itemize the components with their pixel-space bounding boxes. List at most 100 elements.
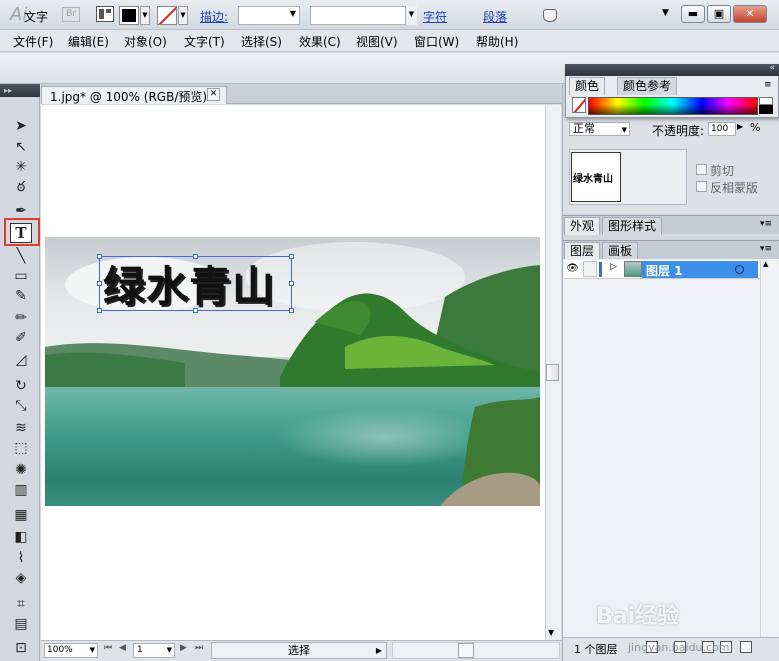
horizontal-scrollbar[interactable] — [392, 642, 560, 659]
magic-wand-tool[interactable]: ✳ — [9, 157, 33, 177]
opacity-mask-icon[interactable] — [543, 9, 557, 22]
menu-edit[interactable]: 编辑(E) — [68, 33, 109, 50]
font-family-dropdown[interactable]: ▼ — [405, 6, 417, 25]
artboard-tool[interactable]: ⌗ — [9, 594, 33, 614]
eraser-tool[interactable]: ◿ — [9, 350, 33, 370]
arrange-documents-icon[interactable] — [96, 6, 114, 22]
delete-layer-icon[interactable] — [740, 641, 752, 653]
close-window-button[interactable]: ✕ — [733, 5, 767, 23]
tab-color-guide[interactable]: 颜色参考 — [617, 77, 678, 95]
eyedropper-tool[interactable]: ⌇ — [9, 548, 33, 568]
fill-color-swatch[interactable] — [119, 6, 139, 25]
resize-handle[interactable] — [193, 254, 198, 259]
resize-handle[interactable] — [289, 254, 294, 259]
rectangle-tool[interactable]: ▭ — [9, 266, 33, 286]
line-tool[interactable]: ╲ — [9, 246, 33, 266]
resize-handle[interactable] — [97, 308, 102, 313]
tab-graphic-styles[interactable]: 图形样式 — [602, 217, 663, 235]
resize-handle[interactable] — [289, 308, 294, 313]
layers-scrollbar[interactable] — [760, 260, 777, 637]
paintbrush-tool[interactable]: ✎ — [9, 286, 33, 306]
menu-effect[interactable]: 效果(C) — [299, 33, 341, 50]
zoom-level-field[interactable]: 100% — [44, 643, 98, 658]
hand-tool[interactable]: ⊡ — [9, 638, 33, 658]
opacity-slider-arrow-icon[interactable]: ▶ — [737, 122, 743, 131]
restore-button[interactable]: ▣ — [707, 5, 731, 23]
opacity-field[interactable]: 100 — [708, 122, 736, 136]
resize-handle[interactable] — [193, 308, 198, 313]
minimize-button[interactable]: ▬ — [681, 5, 705, 23]
menu-window[interactable]: 窗口(W) — [414, 33, 459, 50]
mesh-tool[interactable]: ▦ — [9, 505, 33, 525]
direct-selection-tool[interactable]: ↖ — [9, 137, 33, 157]
horizontal-scroll-thumb[interactable] — [458, 643, 474, 658]
clip-checkbox[interactable] — [696, 164, 707, 175]
tab-artboards[interactable]: 画板 — [602, 242, 639, 260]
menu-help[interactable]: 帮助(H) — [476, 33, 518, 50]
text-bounding-box[interactable] — [99, 256, 292, 311]
tools-panel-grip[interactable]: ▸▸ — [0, 84, 40, 97]
slice-tool[interactable]: ▤ — [9, 614, 33, 634]
resize-handle[interactable] — [97, 254, 102, 259]
gradient-tool[interactable]: ◧ — [9, 527, 33, 547]
target-circle-icon[interactable] — [735, 265, 744, 274]
menu-view[interactable]: 视图(V) — [356, 33, 398, 50]
scroll-down-arrow-icon[interactable]: ▼ — [548, 628, 554, 637]
scroll-up-arrow-icon[interactable]: ▲ — [763, 260, 768, 268]
invert-mask-checkbox[interactable] — [696, 181, 707, 192]
appearance-panel-menu-icon[interactable]: ▾≡ — [760, 219, 772, 229]
lasso-tool[interactable]: ఠ — [9, 177, 33, 197]
type-tool[interactable]: T — [10, 223, 32, 243]
blend-mode-dropdown[interactable]: 正常 — [569, 122, 630, 136]
bridge-button[interactable]: Br — [62, 7, 80, 22]
tab-appearance[interactable]: 外观 — [564, 217, 601, 235]
rotate-tool[interactable]: ↻ — [9, 376, 33, 396]
resize-handle[interactable] — [289, 281, 294, 286]
selection-tool[interactable]: ➤ — [9, 116, 33, 136]
first-artboard-icon[interactable]: ⏮ — [104, 643, 112, 653]
vertical-scroll-thumb[interactable] — [546, 364, 559, 381]
tab-layers[interactable]: 图层 — [564, 242, 601, 260]
expand-triangle-icon[interactable]: ▷ — [610, 262, 617, 272]
pencil-tool[interactable]: ✏ — [9, 308, 33, 328]
stroke-color-swatch[interactable] — [157, 6, 177, 25]
layers-panel-menu-icon[interactable]: ▾≡ — [760, 244, 772, 254]
white-color-chip[interactable] — [759, 97, 773, 105]
artboard-number-field[interactable]: 1 — [133, 643, 175, 658]
close-tab-icon[interactable]: ✕ — [207, 88, 220, 101]
workspace-chevron-down-icon[interactable]: ▼ — [662, 8, 669, 18]
lock-toggle[interactable] — [583, 261, 597, 277]
visibility-eye-icon[interactable]: 👁 — [566, 262, 579, 275]
layer-name[interactable]: 图层 1 — [646, 262, 683, 279]
fill-dropdown[interactable]: ▼ — [140, 6, 150, 25]
character-panel-link[interactable]: 字符 — [423, 8, 447, 25]
stroke-dropdown[interactable]: ▼ — [178, 6, 188, 25]
stroke-link[interactable]: 描边: — [200, 8, 228, 25]
menu-object[interactable]: 对象(O) — [124, 33, 167, 50]
symbol-sprayer-tool[interactable]: ✺ — [9, 460, 33, 480]
scale-tool[interactable]: ⤡ — [9, 396, 33, 416]
pen-tool[interactable]: ✒ — [9, 201, 33, 221]
resize-handle[interactable] — [97, 281, 102, 286]
menu-select[interactable]: 选择(S) — [241, 33, 282, 50]
last-artboard-icon[interactable]: ⏭ — [195, 643, 203, 653]
previous-artboard-icon[interactable]: ◀ — [119, 643, 126, 653]
font-family-field[interactable] — [310, 6, 417, 25]
column-graph-tool[interactable]: ▥ — [9, 480, 33, 500]
menu-file[interactable]: 文件(F) — [13, 33, 53, 50]
black-color-chip[interactable] — [759, 105, 773, 114]
next-artboard-icon[interactable]: ▶ — [180, 643, 187, 653]
none-color-chip[interactable] — [572, 97, 586, 113]
paragraph-panel-link[interactable]: 段落 — [483, 8, 507, 25]
collapse-icon[interactable]: « — [769, 63, 775, 73]
blob-brush-tool[interactable]: ✐ — [9, 328, 33, 348]
color-panel-grip[interactable]: « — [565, 63, 779, 76]
tab-color[interactable]: 颜色 — [569, 77, 606, 95]
free-transform-tool[interactable]: ⬚ — [9, 438, 33, 458]
color-panel-menu-icon[interactable]: ≡ — [764, 80, 772, 90]
menu-type[interactable]: 文字(T) — [184, 33, 225, 50]
blend-tool[interactable]: ◈ — [9, 568, 33, 588]
stroke-weight-field[interactable] — [238, 6, 300, 25]
color-spectrum[interactable] — [588, 97, 758, 115]
status-display-dropdown[interactable]: 选择 — [211, 642, 387, 659]
